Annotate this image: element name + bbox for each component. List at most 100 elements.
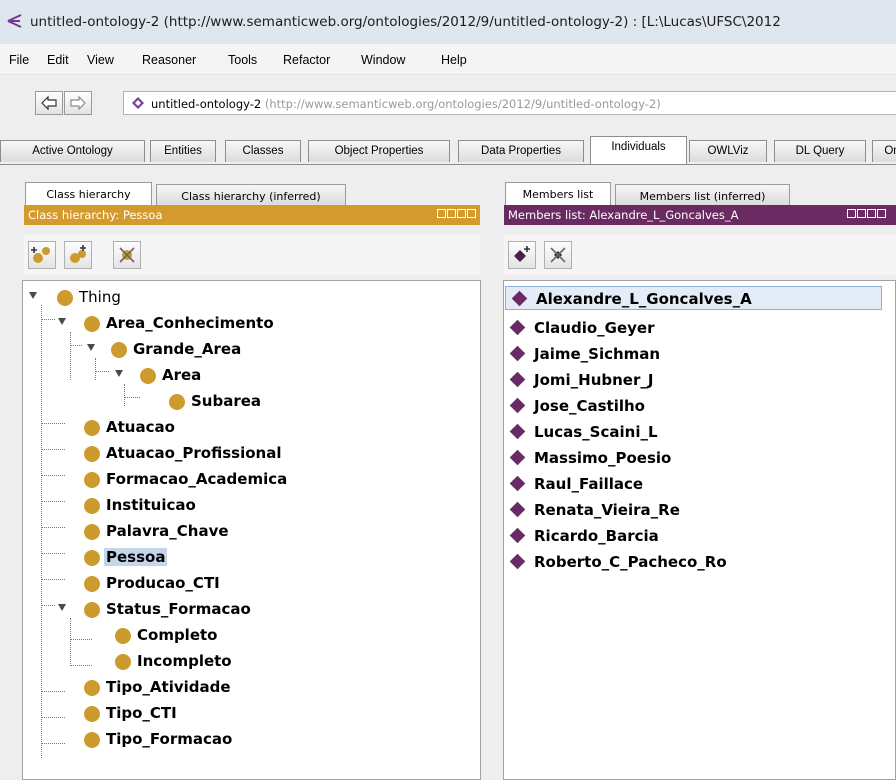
class-icon (169, 394, 185, 410)
back-arrow-icon (41, 95, 57, 111)
tab-data-properties[interactable]: Data Properties (458, 140, 584, 162)
collapse-toggle-icon[interactable] (87, 344, 95, 351)
add-subclass-icon (31, 247, 50, 263)
subtab-class-hierarchy[interactable]: Class hierarchy (25, 182, 152, 206)
view-window-buttons[interactable] (847, 209, 886, 218)
subtab-members-list[interactable]: Members list (505, 182, 611, 206)
window-title-bar: untitled-ontology-2 (http://www.semantic… (0, 0, 896, 44)
subtab-members-list-inferred[interactable]: Members list (inferred) (615, 184, 790, 206)
class-icon (84, 472, 100, 488)
menu-reasoner[interactable]: Reasoner (142, 53, 196, 67)
add-sibling-class-icon (70, 245, 86, 263)
members-list-header: Members list: Alexandre_L_Goncalves_A (504, 205, 896, 225)
collapse-toggle-icon[interactable] (29, 292, 37, 299)
class-hierarchy-header: Class hierarchy: Pessoa (24, 205, 480, 225)
subtab-class-hierarchy-inferred[interactable]: Class hierarchy (inferred) (156, 184, 346, 206)
individual-icon (509, 527, 526, 544)
tab-individuals[interactable]: Individuals (590, 136, 687, 164)
class-icon (84, 446, 100, 462)
tab-owlviz[interactable]: OWLViz (689, 140, 767, 162)
individual-icon (511, 290, 528, 307)
member-ricardo-barcia[interactable]: Ricardo_Barcia (504, 524, 895, 548)
class-icon (84, 706, 100, 722)
member-renata-vieira-re[interactable]: Renata_Vieira_Re (504, 498, 895, 522)
class-icon (115, 628, 131, 644)
members-list-subtabs: Members list Members list (inferred) (505, 180, 805, 206)
ontology-iri: (http://www.semanticweb.org/ontologies/2… (264, 97, 661, 111)
menu-tools[interactable]: Tools (228, 53, 257, 67)
tab-overflow[interactable]: On (872, 140, 896, 162)
class-icon (84, 680, 100, 696)
individual-icon (509, 501, 526, 518)
class-icon (84, 420, 100, 436)
add-individual-button[interactable] (508, 241, 536, 269)
member-jomi-hubner-j[interactable]: Jomi_Hubner_J (504, 368, 895, 392)
tab-object-properties[interactable]: Object Properties (308, 140, 450, 162)
class-icon (84, 550, 100, 566)
member-massimo-poesio[interactable]: Massimo_Poesio (504, 446, 895, 470)
class-icon (111, 342, 127, 358)
forward-arrow-icon (70, 95, 86, 111)
members-list-title: Members list: Alexandre_L_Goncalves_A (508, 208, 739, 222)
class-hierarchy-tree[interactable]: Thing Area_Conhecimento Grande_Area Area… (22, 280, 481, 780)
view-window-buttons[interactable] (437, 209, 476, 218)
tab-separator (0, 164, 896, 165)
class-hierarchy-subtabs: Class hierarchy Class hierarchy (inferre… (25, 180, 346, 206)
member-alexandre-l-goncalves-a[interactable]: Alexandre_L_Goncalves_A (505, 286, 882, 310)
class-icon (84, 732, 100, 748)
protege-icon (7, 14, 22, 28)
class-icon (57, 290, 73, 306)
add-subclass-button[interactable] (28, 241, 56, 269)
individual-icon (509, 397, 526, 414)
member-jaime-sichman[interactable]: Jaime_Sichman (504, 342, 895, 366)
members-list[interactable]: Alexandre_L_Goncalves_A Claudio_Geyer Ja… (503, 280, 896, 780)
tab-active-ontology[interactable]: Active Ontology (0, 140, 145, 162)
member-roberto-c-pacheco-ro[interactable]: Roberto_C_Pacheco_Ro (504, 550, 895, 574)
menu-window[interactable]: Window (361, 53, 405, 67)
individual-icon (509, 371, 526, 388)
main-tab-bar: Active Ontology Entities Classes Object … (0, 135, 896, 165)
navigation-bar: untitled-ontology-2 (http://www.semantic… (0, 75, 896, 125)
ontology-diamond-icon (132, 97, 144, 109)
collapse-toggle-icon[interactable] (58, 318, 66, 325)
individual-icon (509, 345, 526, 362)
class-icon (84, 316, 100, 332)
class-icon (140, 368, 156, 384)
ontology-name: untitled-ontology-2 (151, 97, 262, 111)
individual-icon (509, 319, 526, 336)
class-icon (84, 498, 100, 514)
tab-classes[interactable]: Classes (225, 140, 301, 162)
member-lucas-scaini-l[interactable]: Lucas_Scaini_L (504, 420, 895, 444)
add-individual-icon (514, 246, 530, 262)
forward-button[interactable] (64, 91, 92, 115)
collapse-toggle-icon[interactable] (58, 604, 66, 611)
tab-dl-query[interactable]: DL Query (774, 140, 866, 162)
tab-entities[interactable]: Entities (150, 140, 216, 162)
class-icon (84, 576, 100, 592)
menu-view[interactable]: View (87, 53, 114, 67)
menu-edit[interactable]: Edit (47, 53, 69, 67)
delete-class-button[interactable] (113, 241, 141, 269)
delete-individual-button[interactable] (544, 241, 572, 269)
menu-bar: File Edit View Reasoner Tools Refactor W… (0, 44, 896, 75)
class-hierarchy-title: Class hierarchy: Pessoa (28, 208, 163, 222)
member-jose-castilho[interactable]: Jose_Castilho (504, 394, 895, 418)
individual-icon (509, 553, 526, 570)
ontology-address-field[interactable]: untitled-ontology-2 (http://www.semantic… (123, 91, 896, 115)
delete-individual-icon (550, 247, 566, 263)
members-list-toolbar (504, 235, 896, 275)
menu-file[interactable]: File (9, 53, 29, 67)
member-claudio-geyer[interactable]: Claudio_Geyer (504, 316, 895, 340)
menu-help[interactable]: Help (441, 53, 467, 67)
individual-icon (509, 475, 526, 492)
class-icon (84, 602, 100, 618)
individual-icon (509, 449, 526, 466)
member-raul-faillace[interactable]: Raul_Faillace (504, 472, 895, 496)
back-button[interactable] (35, 91, 63, 115)
menu-refactor[interactable]: Refactor (283, 53, 330, 67)
delete-class-icon (119, 247, 135, 263)
add-sibling-class-button[interactable] (64, 241, 92, 269)
class-hierarchy-toolbar (24, 235, 480, 275)
collapse-toggle-icon[interactable] (115, 370, 123, 377)
class-icon (84, 524, 100, 540)
